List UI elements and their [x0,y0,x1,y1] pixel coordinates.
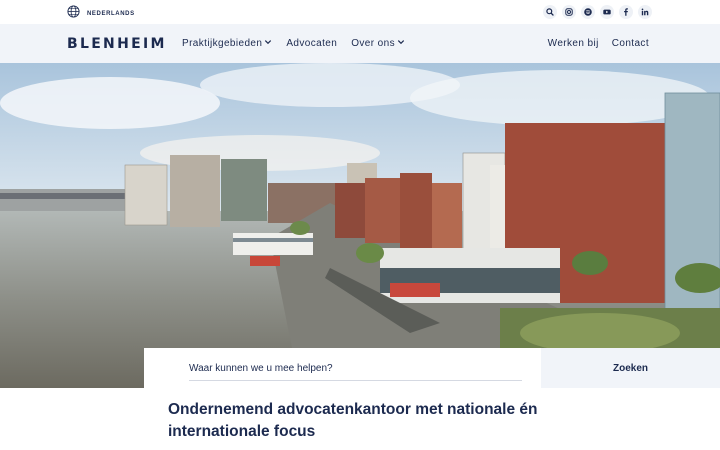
spotify-icon[interactable] [581,5,595,19]
language-label: NEDERLANDS [87,11,135,17]
menu-item-label: Advocaten [286,38,338,49]
secondary-menu: Werken bij Contact [548,38,649,49]
social-links [543,5,652,19]
chevron-down-icon [264,38,272,49]
globe-icon [67,5,80,23]
menu-item-werken-bij[interactable]: Werken bij [548,38,599,49]
instagram-icon[interactable] [562,5,576,19]
facebook-icon[interactable] [619,5,633,19]
top-bar: NEDERLANDS [0,0,720,24]
search-icon[interactable] [543,5,557,19]
language-selector[interactable]: NEDERLANDS [67,5,135,23]
search-input[interactable] [189,361,522,381]
page-headline: Ondernemend advocatenkantoor met nationa… [168,401,538,440]
menu-item-contact[interactable]: Contact [612,38,649,49]
linkedin-icon[interactable] [638,5,652,19]
primary-menu: Praktijkgebieden Advocaten Over ons [182,38,405,49]
menu-item-over-ons[interactable]: Over ons [351,38,405,49]
search-panel [144,348,541,388]
menu-item-label: Over ons [351,38,395,49]
blenheim-logo[interactable]: BLENHEIM [67,36,167,52]
youtube-icon[interactable] [600,5,614,19]
search-button[interactable]: Zoeken [541,348,720,388]
chevron-down-icon [397,38,405,49]
hero-image [0,63,720,388]
menu-item-praktijkgebieden[interactable]: Praktijkgebieden [182,38,272,49]
main-navigation: BLENHEIM Praktijkgebieden Advocaten Over… [0,24,720,63]
amsterdam-waterfront-photo [0,63,720,388]
menu-item-advocaten[interactable]: Advocaten [286,38,337,49]
menu-item-label: Praktijkgebieden [182,38,263,49]
